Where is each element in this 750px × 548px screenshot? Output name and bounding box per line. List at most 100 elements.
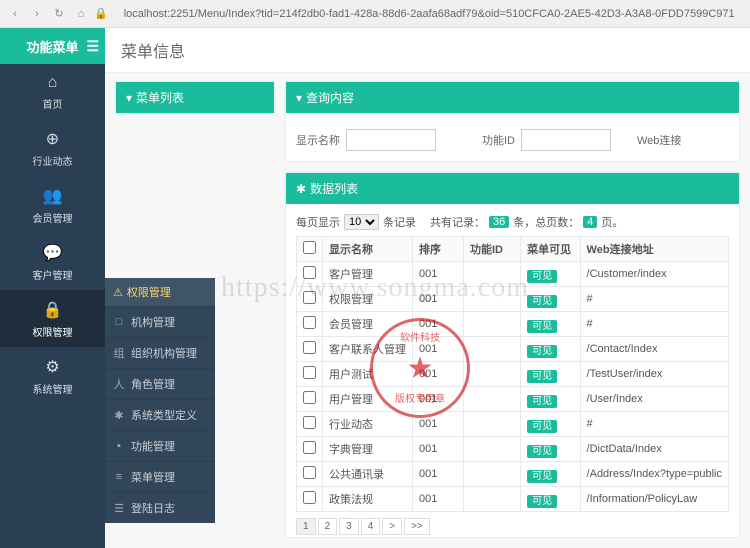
address-bar[interactable]: localhost:2251/Menu/Index?tid=214f2db0-f…	[124, 8, 744, 20]
page-3[interactable]: 3	[339, 518, 359, 535]
col-function-id[interactable]: 功能ID	[463, 237, 520, 262]
table-row[interactable]: 用户测试001可见/TestUser/index	[297, 362, 729, 387]
visible-tag: 可见	[527, 370, 557, 383]
table-row[interactable]: 字典管理001可见/DictData/Index	[297, 437, 729, 462]
table-row[interactable]: 权限管理001可见#	[297, 287, 729, 312]
table-row[interactable]: 会员管理001可见#	[297, 312, 729, 337]
page-1[interactable]: 1	[296, 518, 316, 535]
pager-top: 每页显示 10 条记录 共有记录： 36 条，总页数： 4 页。	[296, 214, 729, 230]
page->[interactable]: >	[382, 518, 402, 535]
nav-icon: 👥	[0, 186, 105, 206]
visible-tag: 可见	[527, 420, 557, 433]
cell-url: #	[580, 312, 728, 337]
row-checkbox[interactable]	[303, 441, 316, 454]
table-row[interactable]: 用户管理001可见/User/Index	[297, 387, 729, 412]
submenu-label: 登陆日志	[131, 500, 175, 516]
table-row[interactable]: 公共通讯录001可见/Address/Index?type=public	[297, 462, 729, 487]
table-header: 显示名称 排序 功能ID 菜单可见 Web连接地址	[297, 237, 729, 262]
menu-list-header[interactable]: ▾ 菜单列表	[116, 82, 274, 113]
sidebar-item-4[interactable]: 🔒 权限管理	[0, 290, 105, 347]
cell-url: /Contact/Index	[580, 337, 728, 362]
visible-tag: 可见	[527, 470, 557, 483]
per-page-suf: 条记录	[383, 214, 416, 230]
cell-func	[463, 337, 520, 362]
cell-func	[463, 387, 520, 412]
cell-func	[463, 437, 520, 462]
page-title: 菜单信息	[105, 28, 750, 73]
total-records-badge: 36	[489, 216, 509, 228]
submenu-item-5[interactable]: ≡菜单管理	[105, 461, 215, 492]
data-panel-header[interactable]: ✱ 数据列表	[286, 173, 739, 204]
cell-vis: 可见	[521, 287, 580, 312]
page-2[interactable]: 2	[318, 518, 338, 535]
row-checkbox[interactable]	[303, 291, 316, 304]
cell-sort: 001	[413, 412, 464, 437]
row-checkbox[interactable]	[303, 316, 316, 329]
cell-name: 客户管理	[323, 262, 413, 287]
cell-sort: 001	[413, 262, 464, 287]
cell-sort: 001	[413, 462, 464, 487]
row-checkbox[interactable]	[303, 341, 316, 354]
nav-icon: 💬	[0, 243, 105, 263]
nav-label: 权限管理	[33, 328, 73, 339]
submenu-item-0[interactable]: □机构管理	[105, 306, 215, 337]
nav-icon: 🔒	[0, 300, 105, 320]
row-checkbox[interactable]	[303, 266, 316, 279]
sidebar-item-5[interactable]: ⚙系统管理	[0, 347, 105, 404]
share-icon: ✱	[296, 182, 306, 196]
cell-url: /TestUser/index	[580, 362, 728, 387]
cell-func	[463, 487, 520, 512]
home-icon[interactable]: ⌂	[72, 5, 90, 23]
cell-name: 行业动态	[323, 412, 413, 437]
back-icon[interactable]: ‹	[6, 5, 24, 23]
table-row[interactable]: 政策法规001可见/Information/PolicyLaw	[297, 487, 729, 512]
menu-toggle-icon[interactable]: ☰	[86, 38, 99, 55]
search-panel-header[interactable]: ▾ 查询内容	[286, 82, 739, 113]
submenu-item-6[interactable]: ☰登陆日志	[105, 492, 215, 523]
page-4[interactable]: 4	[361, 518, 381, 535]
submenu-icon: 人	[113, 376, 125, 392]
forward-icon[interactable]: ›	[28, 5, 46, 23]
cell-vis: 可见	[521, 262, 580, 287]
cell-func	[463, 412, 520, 437]
nav-label: 客户管理	[33, 271, 73, 282]
submenu-label: 功能管理	[131, 438, 175, 454]
col-display-name[interactable]: 显示名称	[323, 237, 413, 262]
nav-icon: ⌂	[0, 74, 105, 92]
table-row[interactable]: 行业动态001可见#	[297, 412, 729, 437]
display-name-input[interactable]	[346, 129, 436, 151]
total-pre: 共有记录：	[430, 214, 485, 230]
submenu-label: 角色管理	[131, 376, 175, 392]
pagination: 1234>>>	[296, 518, 729, 535]
sidebar-item-2[interactable]: 👥会员管理	[0, 176, 105, 233]
nav-icon: ⊕	[0, 129, 105, 149]
row-checkbox[interactable]	[303, 416, 316, 429]
per-page-pre: 每页显示	[296, 214, 340, 230]
reload-icon[interactable]: ↻	[50, 5, 68, 23]
row-checkbox[interactable]	[303, 466, 316, 479]
submenu-item-2[interactable]: 人角色管理	[105, 368, 215, 399]
row-checkbox[interactable]	[303, 491, 316, 504]
submenu-permissions: ⚠ 权限管理 □机构管理组组织机构管理人角色管理✱系统类型定义▪功能管理≡菜单管…	[105, 278, 215, 523]
table-row[interactable]: 客户管理001可见/Customer/index	[297, 262, 729, 287]
cell-vis: 可见	[521, 487, 580, 512]
col-sort[interactable]: 排序	[413, 237, 464, 262]
select-all-checkbox[interactable]	[303, 241, 316, 254]
submenu-item-1[interactable]: 组组织机构管理	[105, 337, 215, 368]
cell-url: #	[580, 287, 728, 312]
sidebar-item-3[interactable]: 💬 客户管理	[0, 233, 105, 290]
col-visible[interactable]: 菜单可见	[521, 237, 580, 262]
page->>[interactable]: >>	[404, 518, 430, 535]
per-page-select[interactable]: 10	[344, 214, 379, 230]
table-row[interactable]: 客户联系人管理001可见/Contact/Index	[297, 337, 729, 362]
submenu-item-3[interactable]: ✱系统类型定义	[105, 399, 215, 430]
row-checkbox[interactable]	[303, 391, 316, 404]
sidebar-item-1[interactable]: ⊕行业动态	[0, 119, 105, 176]
cell-sort: 001	[413, 437, 464, 462]
function-id-input[interactable]	[521, 129, 611, 151]
sidebar-item-0[interactable]: ⌂首页	[0, 64, 105, 119]
row-checkbox[interactable]	[303, 366, 316, 379]
cell-func	[463, 287, 520, 312]
submenu-item-4[interactable]: ▪功能管理	[105, 430, 215, 461]
col-web-url[interactable]: Web连接地址	[580, 237, 728, 262]
